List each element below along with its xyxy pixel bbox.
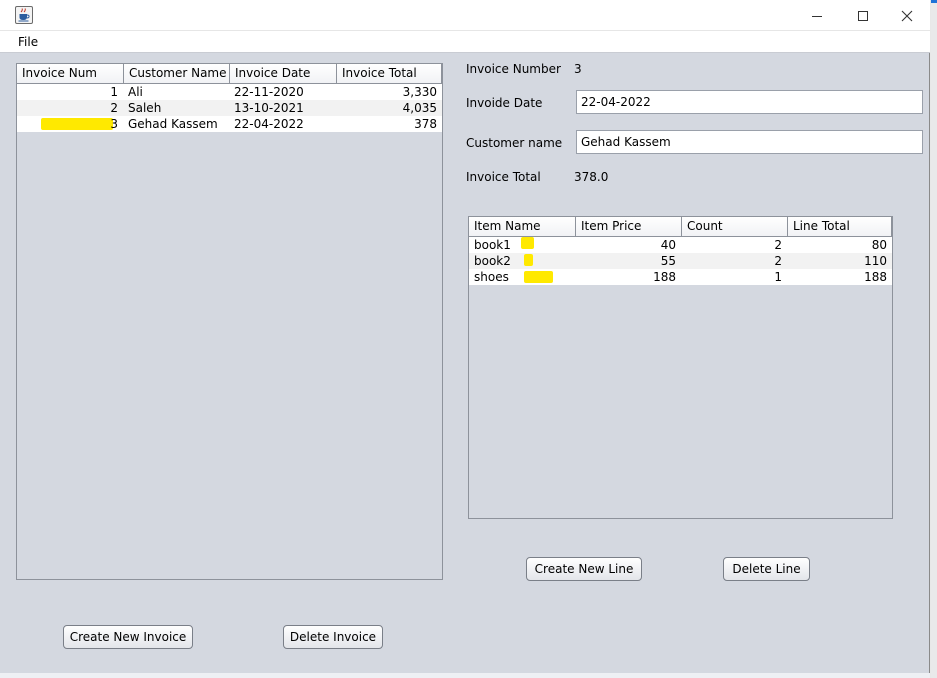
table-row[interactable]: 2 Saleh 13-10-2021 4,035 (17, 100, 442, 116)
delete-line-button[interactable]: Delete Line (723, 557, 810, 581)
cell-invoice-num: 3 (110, 117, 118, 131)
minimize-button[interactable] (794, 0, 840, 31)
cell-count: 1 (774, 270, 782, 284)
table-row[interactable]: book2 55 2 110 (469, 253, 892, 269)
invoices-table-header: Invoice Num Customer Name Invoice Date I… (17, 64, 442, 84)
cell-customer-name: Ali (128, 85, 143, 99)
cell-count: 2 (774, 254, 782, 268)
invoices-table-body: 1 Ali 22-11-2020 3,330 2 Saleh 13-10-202… (17, 84, 442, 132)
maximize-button[interactable] (840, 0, 886, 31)
background-accent-bar (931, 0, 937, 3)
cell-item-name: book2 (474, 254, 511, 268)
customer-name-field[interactable] (576, 130, 923, 154)
cell-item-name: shoes (474, 270, 509, 284)
invoice-date-field[interactable] (576, 90, 923, 114)
close-icon (901, 10, 913, 21)
cell-invoice-date: 22-11-2020 (234, 85, 304, 99)
cell-item-price: 188 (653, 270, 676, 284)
column-count[interactable]: Count (682, 217, 788, 236)
column-invoice-num[interactable]: Invoice Num (17, 64, 124, 83)
column-invoice-total[interactable]: Invoice Total (337, 64, 442, 83)
cell-item-price: 40 (660, 238, 676, 252)
table-row[interactable]: shoes 188 1 188 (469, 269, 892, 285)
column-line-total[interactable]: Line Total (788, 217, 892, 236)
window-bottom-edge (0, 673, 930, 678)
delete-invoice-button[interactable]: Delete Invoice (283, 625, 383, 649)
cell-customer-name: Gehad Kassem (128, 117, 218, 131)
menu-file[interactable]: File (18, 35, 38, 49)
cell-invoice-total: 3,330 (402, 85, 437, 99)
app-window: File Invoice Num Customer Name Invoice D… (0, 0, 930, 678)
cell-item-price: 55 (660, 254, 676, 268)
cell-invoice-num: 1 (110, 85, 118, 99)
lines-table-body: book1 40 2 80 book2 55 2 110 shoes 188 1… (469, 237, 892, 285)
cell-line-total: 188 (864, 270, 887, 284)
cell-customer-name: Saleh (128, 101, 162, 115)
java-coffee-icon (15, 6, 33, 24)
table-row[interactable]: book1 40 2 80 (469, 237, 892, 253)
invoice-total-value: 378.0 (574, 170, 609, 184)
invoice-number-label: Invoice Number (466, 62, 561, 76)
cell-invoice-date: 13-10-2021 (234, 101, 304, 115)
menu-bar: File (0, 31, 930, 53)
invoice-total-label: Invoice Total (466, 170, 541, 184)
create-new-line-button[interactable]: Create New Line (526, 557, 642, 581)
column-item-name[interactable]: Item Name (469, 217, 576, 236)
cell-invoice-total: 378 (414, 117, 437, 131)
table-row[interactable]: 1 Ali 22-11-2020 3,330 (17, 84, 442, 100)
cell-item-name: book1 (474, 238, 511, 252)
customer-name-label: Customer name (466, 136, 563, 150)
cell-invoice-num: 2 (110, 101, 118, 115)
background-window-edge (931, 0, 937, 678)
create-new-invoice-button[interactable]: Create New Invoice (63, 625, 193, 649)
cell-line-total: 110 (864, 254, 887, 268)
column-item-price[interactable]: Item Price (576, 217, 682, 236)
close-button[interactable] (884, 0, 930, 31)
invoice-date-label: Invoide Date (466, 96, 543, 110)
invoice-number-value: 3 (574, 62, 582, 76)
title-bar[interactable] (0, 0, 930, 31)
maximize-icon (858, 10, 868, 21)
cell-line-total: 80 (871, 238, 887, 252)
invoice-lines-table: Item Name Item Price Count Line Total bo… (468, 216, 893, 519)
column-invoice-date[interactable]: Invoice Date (230, 64, 337, 83)
cell-invoice-date: 22-04-2022 (234, 117, 304, 131)
table-row[interactable]: 3 Gehad Kassem 22-04-2022 378 (17, 116, 442, 132)
invoices-table: Invoice Num Customer Name Invoice Date I… (16, 63, 443, 580)
cell-invoice-total: 4,035 (402, 101, 437, 115)
column-customer-name[interactable]: Customer Name (124, 64, 230, 83)
minimize-icon (812, 15, 822, 17)
cell-count: 2 (774, 238, 782, 252)
lines-table-header: Item Name Item Price Count Line Total (469, 217, 892, 237)
